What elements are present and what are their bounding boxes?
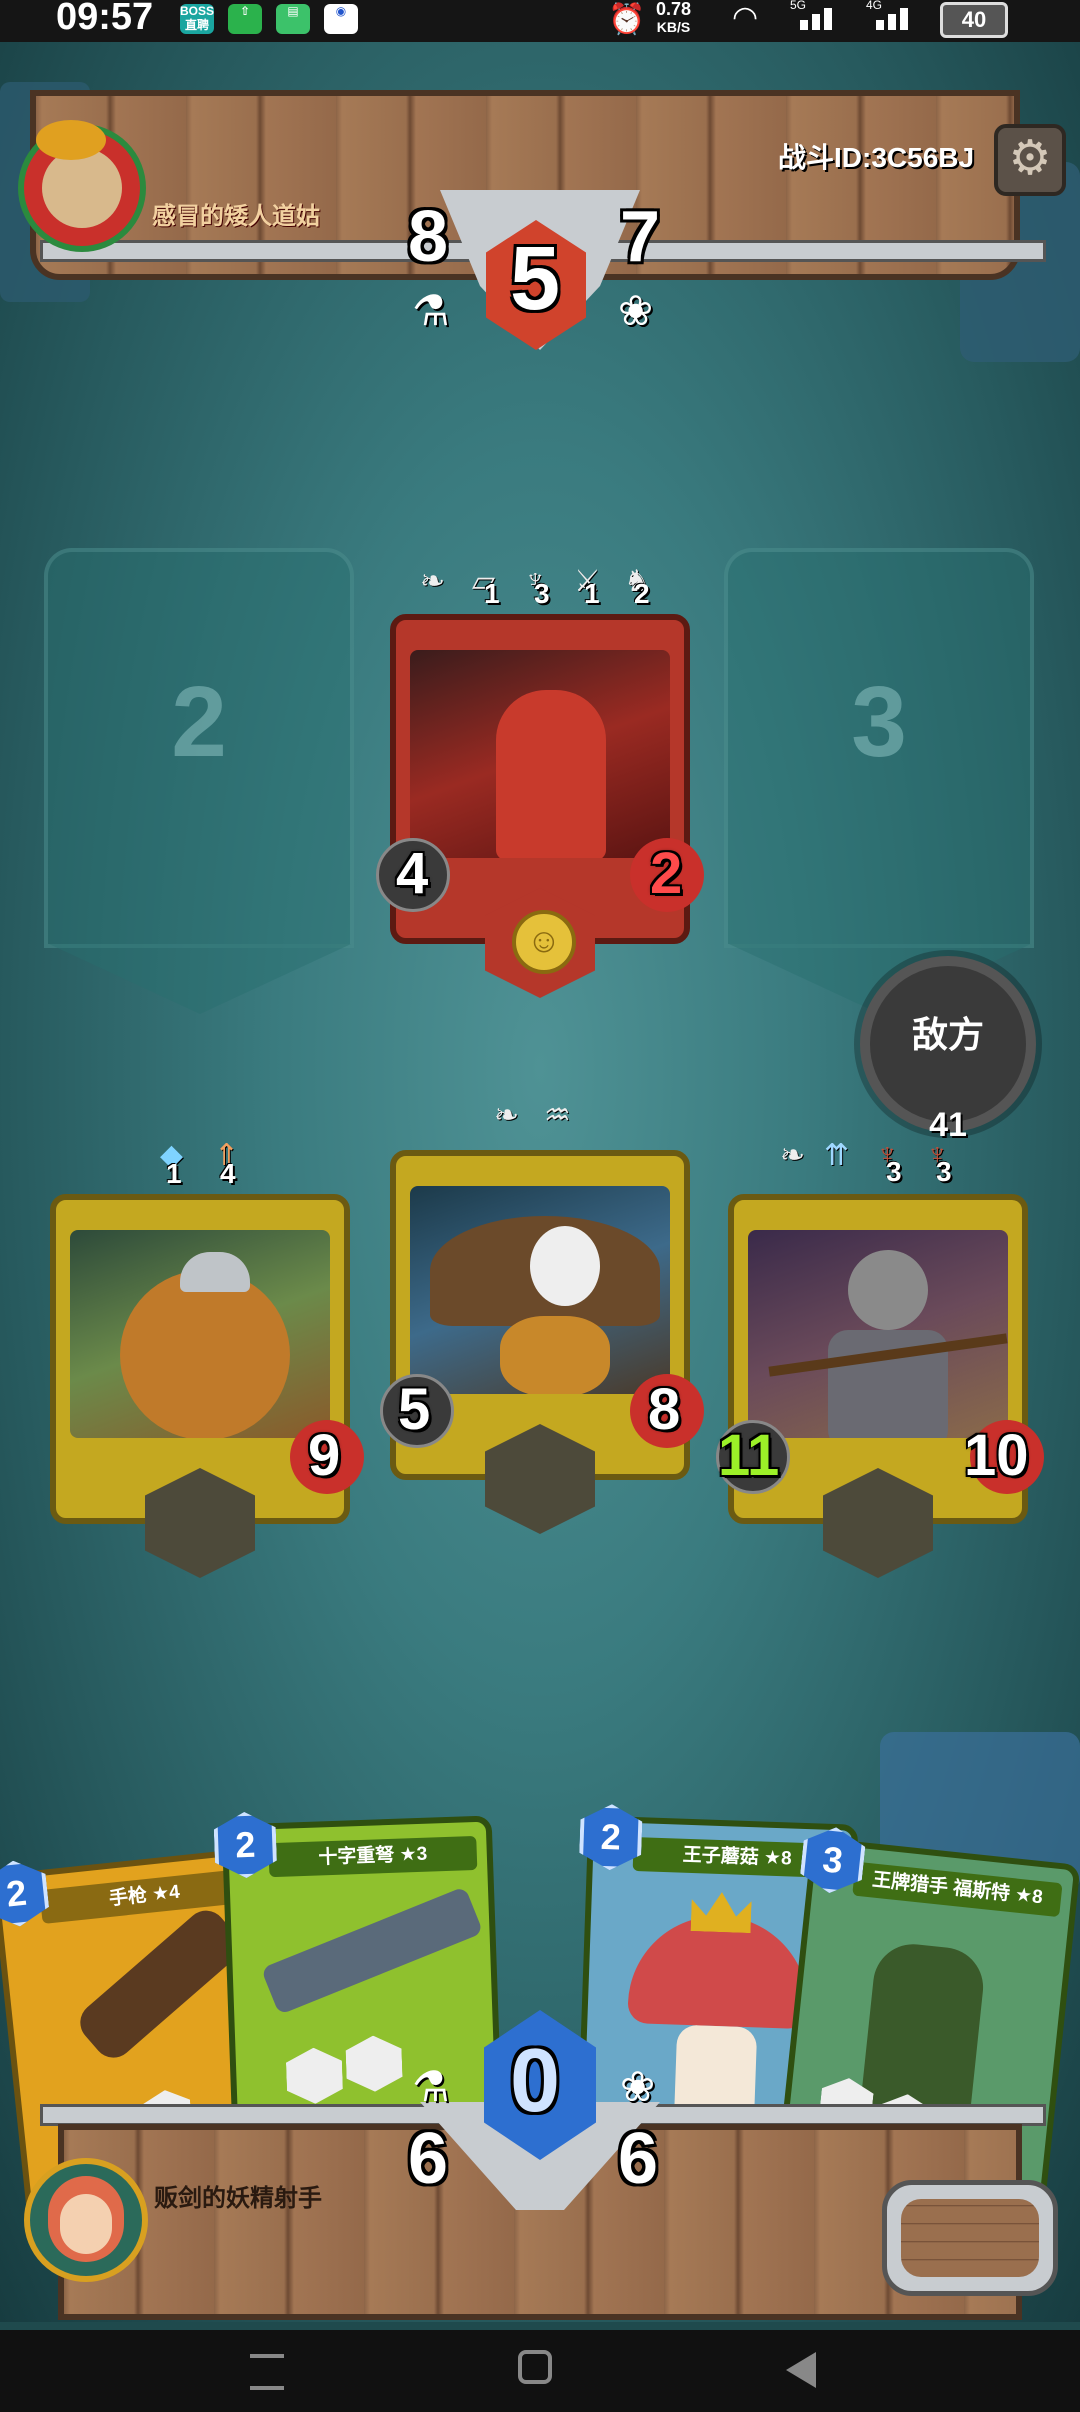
- feather-icon: ❧: [780, 1139, 806, 1172]
- signal-2-label: 4G: [866, 0, 883, 12]
- griffin-card-attack: 5: [398, 1377, 431, 1442]
- trait-count: 1: [584, 578, 600, 609]
- lion-card-art: [70, 1230, 330, 1438]
- helmet-icon: [180, 1252, 250, 1292]
- archer-card-traits: ❧ ⇈ ♆ 3 ♆ 3: [780, 1138, 980, 1187]
- lane-slot-2[interactable]: 2: [44, 548, 354, 1014]
- enemy-card-health: 2: [650, 841, 683, 906]
- griffin-card-traits: ❧ ♒: [494, 1098, 594, 1138]
- enemy-button-label: 敌方: [911, 1014, 984, 1055]
- paw-icon: ❀: [618, 287, 654, 334]
- player-face: [60, 2194, 112, 2254]
- bell-icon: [36, 120, 106, 160]
- home-icon[interactable]: [518, 2350, 552, 2384]
- opponent-left-value: 8: [408, 197, 449, 277]
- wing-icon: ♒: [544, 1099, 571, 1132]
- lion-card-traits: ◆ 1 ⇑ 4: [160, 1138, 280, 1189]
- gold-coin-icon: ☺: [512, 910, 576, 974]
- player-mana: 0: [510, 2031, 561, 2131]
- opponent-right-value: 7: [620, 197, 661, 277]
- pistol-icon: [72, 1902, 248, 2066]
- trait-count: 3: [886, 1156, 902, 1187]
- enemy-card-attack: 4: [396, 841, 429, 906]
- battery-indicator: 40: [940, 2, 1008, 38]
- archer-card-health: 10: [964, 1423, 1029, 1488]
- lion-card-health: 9: [308, 1423, 341, 1488]
- status-bar: 09:57 BOSS 直聘 ⇧ ▤ ◉ ⏰ 0.78 KB/S ◠ 5G 4G …: [0, 0, 1080, 42]
- menu-icon[interactable]: [250, 2354, 284, 2390]
- system-nav-bar: [0, 2330, 1080, 2412]
- signal-icon-2: 4G: [866, 0, 918, 30]
- boss-app-icon: BOSS 直聘: [180, 4, 215, 34]
- paw-icon: ❀: [620, 2063, 656, 2110]
- trait-count: 4: [220, 1158, 236, 1189]
- player-avatar[interactable]: [24, 2158, 148, 2282]
- player-left-value: 6: [408, 2119, 449, 2199]
- end-turn-button-wood: [901, 2199, 1039, 2277]
- trait-count: 1: [166, 1158, 182, 1189]
- player-name: 贩剑的妖精射手: [154, 2185, 322, 2212]
- wifi-icon: ◠: [732, 1, 759, 34]
- back-icon[interactable]: [786, 2352, 816, 2388]
- signal-1-label: 5G: [790, 0, 807, 12]
- flask-icon: ⚗: [412, 2063, 450, 2110]
- lion-mane: [120, 1270, 290, 1438]
- opponent-name: 感冒的矮人道姑: [152, 203, 320, 230]
- crossbow-icon: [260, 1886, 484, 2016]
- upload-app-icon: ⇧: [228, 4, 262, 34]
- hex-badge-icon: [345, 2035, 403, 2093]
- feather-icon: ❧: [494, 1099, 520, 1132]
- alarm-icon: ⏰: [608, 3, 646, 36]
- settings-gear-icon[interactable]: ⚙: [994, 124, 1066, 196]
- griffin-body: [500, 1316, 610, 1394]
- trait-count: 2: [634, 578, 650, 609]
- trait-count: 1: [484, 578, 500, 609]
- photo-app-icon: ◉: [324, 4, 358, 34]
- red-hood-figure: [496, 690, 606, 858]
- clock: 09:57: [56, 0, 154, 38]
- network-speed-value: 0.78: [656, 0, 692, 19]
- arrows-icon: ⇈: [824, 1139, 850, 1172]
- network-speed-unit: KB/S: [656, 19, 691, 35]
- hand-card-title: 王牌猎手 福斯特 ★8: [852, 1861, 1063, 1918]
- feather-icon: ❧: [420, 565, 446, 598]
- enemy-card-traits: ❧ ▱ 1 ♆ 3 ⚔ 1 ♞ 2: [420, 564, 680, 609]
- signal-icon-1: 5G: [790, 0, 842, 30]
- opponent-mana: 5: [510, 229, 561, 329]
- player-right-value: 6: [618, 2119, 659, 2199]
- enemy-card-art: [410, 650, 670, 858]
- end-turn-button[interactable]: [882, 2180, 1058, 2296]
- flask-icon: ⚗: [412, 287, 450, 334]
- file-app-icon: ▤: [276, 4, 310, 34]
- cat-head: [848, 1250, 928, 1330]
- trait-count: 3: [534, 578, 550, 609]
- crown-icon: [691, 1891, 752, 1933]
- opponent-avatar[interactable]: [18, 120, 146, 252]
- archer-card-art: [748, 1230, 1008, 1438]
- lane-slot-3[interactable]: 3: [724, 548, 1034, 1014]
- hand-card-title: 十字重弩 ★3: [268, 1835, 478, 1878]
- archer-card-attack: 11: [718, 1423, 780, 1488]
- eagle-head: [530, 1226, 600, 1306]
- hex-badge-icon: [285, 2047, 343, 2105]
- griffin-card-health: 8: [648, 1377, 681, 1442]
- trait-count: 3: [936, 1156, 952, 1187]
- opponent-face: [42, 148, 122, 228]
- griffin-card-art: [410, 1186, 670, 1394]
- network-speed: 0.78 KB/S: [656, 0, 691, 36]
- enemy-button[interactable]: 敌方 41: [860, 956, 1036, 1144]
- battle-id: 战斗ID:3C56BJ: [778, 142, 975, 173]
